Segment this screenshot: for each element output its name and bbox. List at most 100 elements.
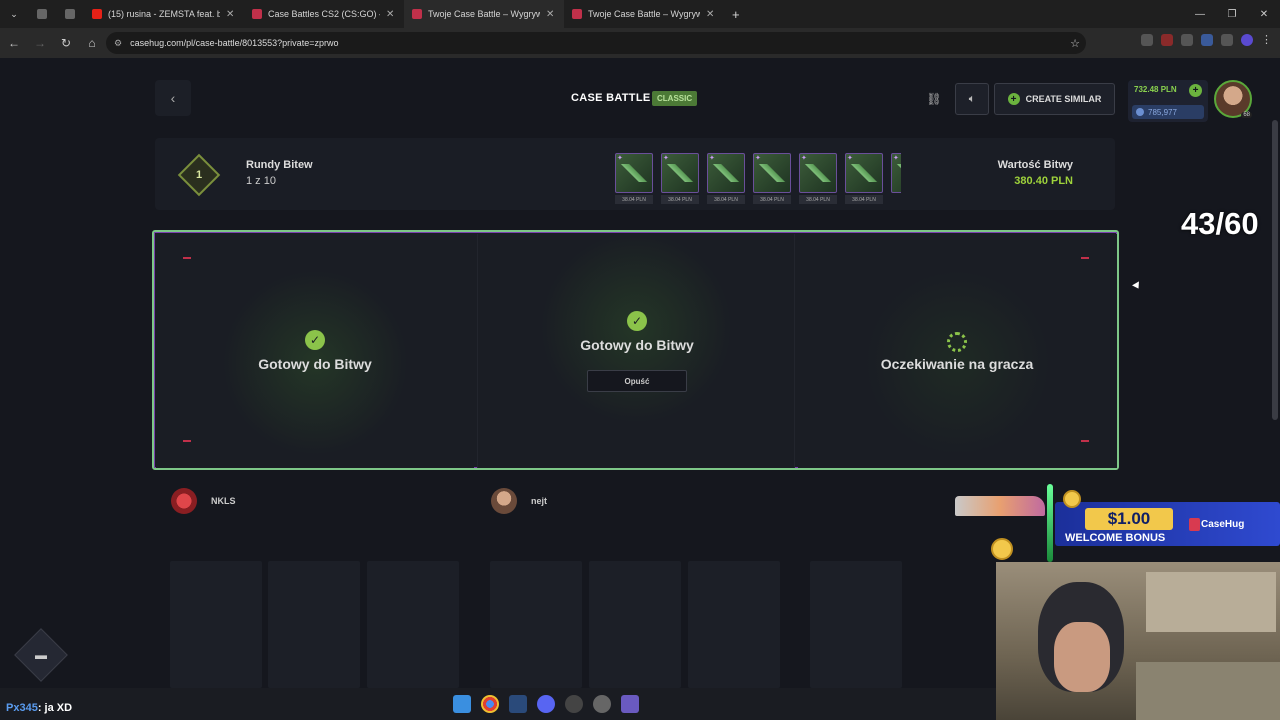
balance-pln: 732.48 PLN xyxy=(1134,85,1177,94)
knife-image xyxy=(955,496,1045,516)
coins-balance: 785,977 xyxy=(1132,105,1204,119)
app-icon[interactable] xyxy=(621,695,639,713)
case-item[interactable]: ✦ 38.04 PLN xyxy=(799,153,837,205)
chat-button[interactable]: ▬ xyxy=(14,628,68,682)
speaker-icon: 🔈︎ xyxy=(968,92,976,105)
profile-icon[interactable] xyxy=(1241,34,1253,46)
site-info-icon[interactable]: ⚙ xyxy=(114,38,122,49)
case-item[interactable]: ✦ 38.04 PLN xyxy=(661,153,699,205)
player-slot-1: ✓ Gotowy do Bitwy xyxy=(156,234,474,468)
stream-chat-line: Px345: ja XD xyxy=(6,702,72,714)
corner-marker xyxy=(1081,257,1089,259)
menu-dots-icon[interactable]: ⋮ xyxy=(1261,34,1272,46)
extension-icon[interactable] xyxy=(1201,34,1213,46)
player-info[interactable]: NKLS xyxy=(171,475,236,527)
player-avatar xyxy=(491,488,517,514)
share-link-button[interactable]: ⛓ xyxy=(920,88,948,110)
chat-bubble-icon: ▬ xyxy=(35,648,47,662)
steam-icon[interactable] xyxy=(509,695,527,713)
cases-strip: ✦ 38.04 PLN ✦ 38.04 PLN ✦ 38.04 PLN ✦ 38.04 … xyxy=(615,153,901,205)
player-info[interactable]: nejt xyxy=(491,475,547,527)
bonus-amount: $1.00 xyxy=(1085,508,1173,530)
app-icon[interactable] xyxy=(565,695,583,713)
browser-toolbar: ← → ↻ ⌂ ⚙ casehug.com/pl/case-battle/801… xyxy=(0,28,1280,58)
puzzle-icon[interactable] xyxy=(1221,34,1233,46)
browser-tab[interactable]: (15) rusina - ZEMSTA feat. bary ✕ xyxy=(84,0,244,28)
back-button[interactable]: ‹ xyxy=(155,80,191,116)
tab-search-menu[interactable]: ⌄ xyxy=(0,0,28,28)
star-icon: ✦ xyxy=(755,155,761,162)
discord-icon[interactable] xyxy=(537,695,555,713)
case-item-partial[interactable]: ✦ xyxy=(891,153,901,205)
checkmark-icon: ✓ xyxy=(627,311,647,331)
restore-icon[interactable]: ❐ xyxy=(1216,0,1248,28)
coin-icon xyxy=(1136,108,1144,116)
star-icon: ✦ xyxy=(709,155,715,162)
slot-status: Gotowy do Bitwy xyxy=(580,337,694,353)
coin-icon xyxy=(991,538,1013,560)
settings-gear-icon[interactable] xyxy=(593,695,611,713)
pinned-tab[interactable] xyxy=(56,0,84,28)
page-scrollbar[interactable] xyxy=(1272,120,1278,420)
pinned-tab[interactable] xyxy=(28,0,56,28)
address-bar[interactable]: ⚙ casehug.com/pl/case-battle/8013553?pri… xyxy=(106,32,1086,54)
youtube-icon xyxy=(92,9,102,19)
user-avatar[interactable]: 68 xyxy=(1214,80,1252,118)
green-knife-image xyxy=(1047,484,1053,562)
corner-marker xyxy=(183,440,191,442)
drops-grid xyxy=(155,553,1115,688)
add-funds-icon[interactable]: + xyxy=(1189,84,1202,97)
battle-value-label: Wartość Bitwy xyxy=(997,159,1073,171)
chrome-icon[interactable] xyxy=(481,695,499,713)
windows-start-icon[interactable] xyxy=(453,695,471,713)
close-tab-icon[interactable]: ✕ xyxy=(706,9,714,20)
star-icon: ✦ xyxy=(847,155,853,162)
corner-marker xyxy=(183,257,191,259)
drop-slot xyxy=(268,561,360,688)
star-icon: ✦ xyxy=(801,155,807,162)
extension-icon[interactable] xyxy=(1141,34,1153,46)
leave-button[interactable]: Opuść xyxy=(587,370,687,392)
case-image: ✦ xyxy=(891,153,901,193)
extension-icon[interactable] xyxy=(1161,34,1173,46)
close-tab-icon[interactable]: ✕ xyxy=(386,9,394,20)
window-controls: — ❐ ✕ xyxy=(1184,0,1280,28)
browser-tab-label: (15) rusina - ZEMSTA feat. bary xyxy=(108,9,220,19)
drop-slot xyxy=(170,561,262,688)
drop-slot xyxy=(589,561,681,688)
forward-arrow-icon[interactable]: → xyxy=(28,31,52,55)
coin-icon xyxy=(1063,490,1081,508)
reload-icon[interactable]: ↻ xyxy=(54,31,78,55)
close-window-icon[interactable]: ✕ xyxy=(1248,0,1280,28)
minimize-icon[interactable]: — xyxy=(1184,0,1216,28)
player-slot-2: ✓ Gotowy do Bitwy Opuść xyxy=(477,234,795,468)
browser-tab[interactable]: Twoje Case Battle – Wygrywaj s ✕ xyxy=(564,0,724,28)
create-similar-button[interactable]: + CREATE SIMILAR xyxy=(994,83,1115,115)
rounds-value: 1 z 10 xyxy=(246,175,276,187)
star-icon: ✦ xyxy=(893,155,899,162)
address-url: casehug.com/pl/case-battle/8013553?priva… xyxy=(130,38,339,48)
balance-widget[interactable]: 732.48 PLN + 785,977 xyxy=(1128,80,1208,122)
case-item[interactable]: ✦ 38.04 PLN xyxy=(615,153,653,205)
browser-tab-active[interactable]: Twoje Case Battle – Wygrywaj s ✕ xyxy=(404,0,564,28)
case-item[interactable]: ✦ 38.04 PLN xyxy=(753,153,791,205)
case-item[interactable]: ✦ 38.04 PLN xyxy=(845,153,883,205)
case-image: ✦ xyxy=(753,153,791,193)
back-arrow-icon[interactable]: ← xyxy=(2,31,26,55)
new-tab-button[interactable]: + xyxy=(724,0,748,28)
stream-counter: 43/60 xyxy=(1181,206,1259,241)
browser-tab-label: Twoje Case Battle – Wygrywaj s xyxy=(588,9,700,19)
extension-icon[interactable] xyxy=(1181,34,1193,46)
home-icon[interactable]: ⌂ xyxy=(80,31,104,55)
webcam-feed xyxy=(996,562,1280,720)
background-shelf xyxy=(1146,572,1276,632)
sound-toggle-button[interactable]: 🔈︎ xyxy=(955,83,989,115)
browser-tab[interactable]: Case Battles CS2 (CS:GO) – Wy ✕ xyxy=(244,0,404,28)
close-tab-icon[interactable]: ✕ xyxy=(226,9,234,20)
case-price: 38.04 PLN xyxy=(615,195,653,204)
bookmark-star-icon[interactable]: ☆ xyxy=(1070,37,1080,50)
case-item[interactable]: ✦ 38.04 PLN xyxy=(707,153,745,205)
round-number: 1 xyxy=(195,169,203,181)
close-tab-icon[interactable]: ✕ xyxy=(546,9,554,20)
plus-icon: + xyxy=(732,6,740,22)
